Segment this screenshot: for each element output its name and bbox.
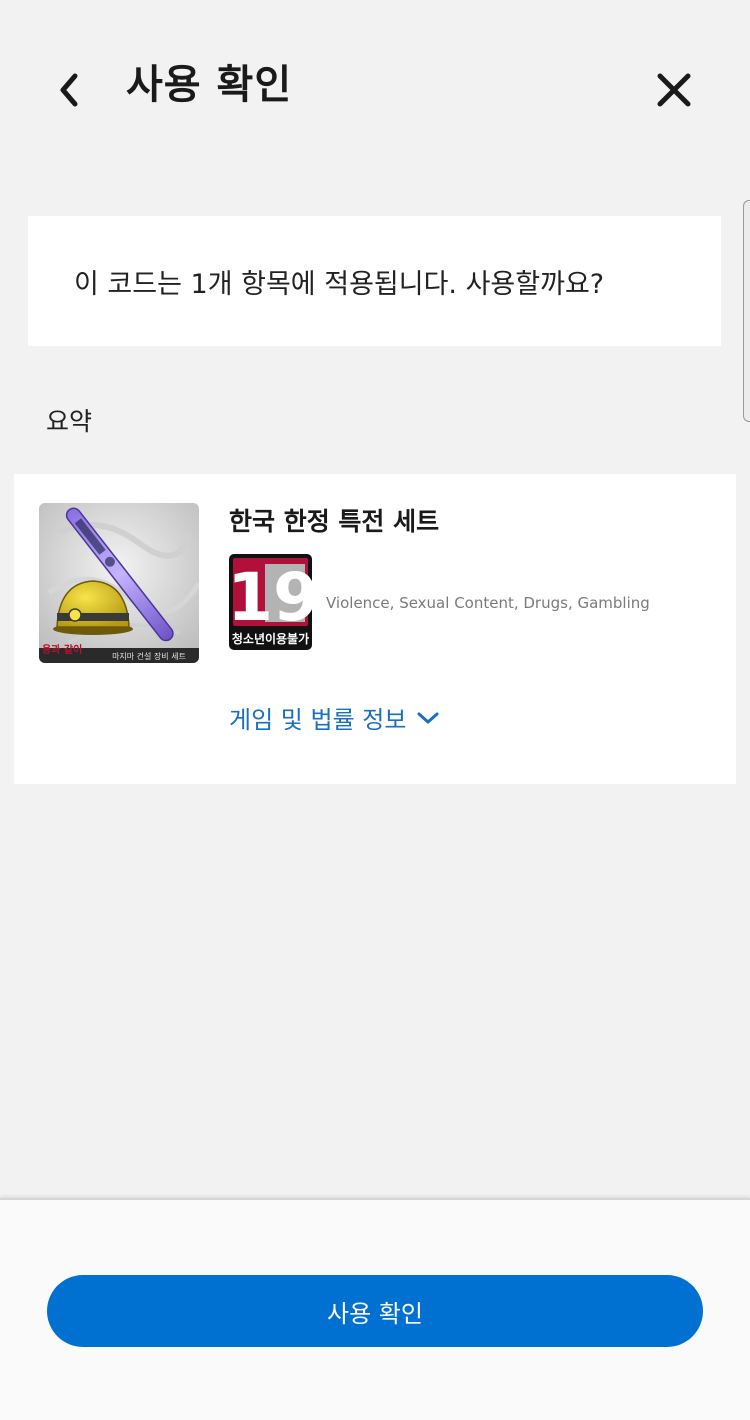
thumbnail-logo: 용과 같이 [42,643,82,656]
back-button[interactable] [44,66,92,114]
product-thumbnail: 마지마 건설 장비 세트 용과 같이 [39,503,199,663]
chevron-left-icon [60,73,78,107]
legal-link-label: 게임 및 법률 정보 [229,706,407,734]
close-icon [657,73,691,107]
confirm-button[interactable]: 사용 확인 [47,1275,703,1347]
footer: 사용 확인 [0,1198,750,1420]
close-button[interactable] [648,64,700,116]
thumbnail-caption: 마지마 건설 장비 세트 [112,651,186,661]
message-card: 이 코드는 1개 항목에 적용됩니다. 사용할까요? [28,216,721,346]
header: 사용 확인 [0,0,750,160]
product-title: 한국 한정 특전 세트 [229,507,440,536]
rating-number: 19 [229,559,312,636]
summary-heading: 요약 [46,407,93,436]
content-descriptors: Violence, Sexual Content, Drugs, Gamblin… [326,594,650,612]
product-card: 마지마 건설 장비 세트 용과 같이 한국 한정 특전 세트 19 청소년이용불… [14,474,736,784]
game-legal-info-link[interactable]: 게임 및 법률 정보 [229,700,440,735]
page-title: 사용 확인 [126,62,293,108]
scrollbar[interactable] [743,200,750,422]
age-rating-badge: 19 청소년이용불가 [227,554,319,650]
chevron-down-icon [416,710,440,726]
rating-label: 청소년이용불가 [232,631,309,646]
confirmation-message: 이 코드는 1개 항목에 적용됩니다. 사용할까요? [74,268,605,300]
